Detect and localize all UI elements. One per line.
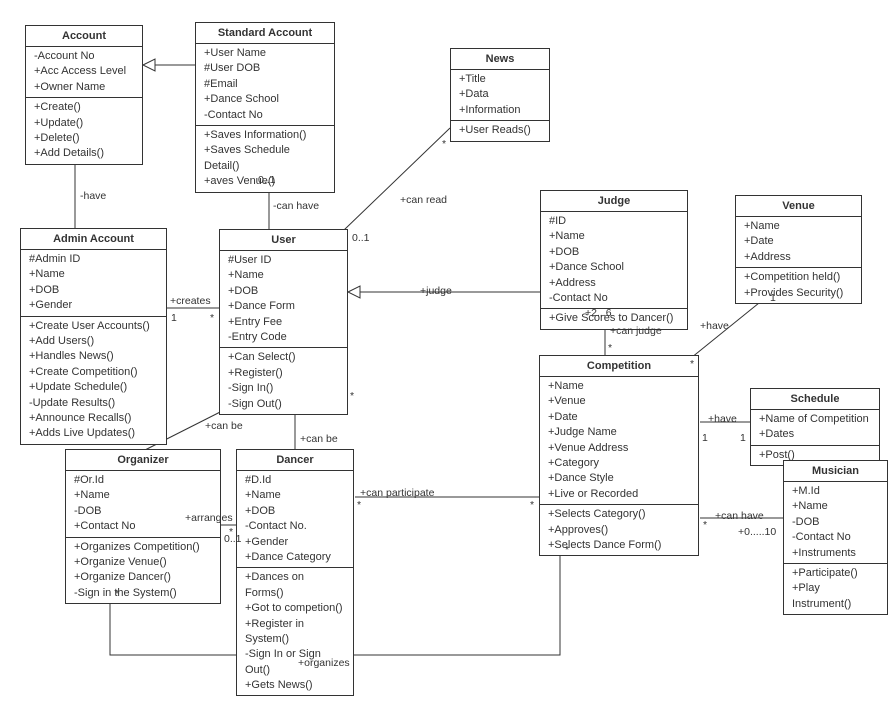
class-standard-account-header: Standard Account — [196, 23, 334, 44]
class-venue-attrs: +Name +Date +Address — [736, 217, 861, 268]
class-schedule-header: Schedule — [751, 389, 879, 410]
class-musician-attrs: +M.Id +Name -DOB -Contact No +Instrument… — [784, 482, 887, 564]
mult-star-org: * — [115, 588, 119, 600]
class-judge-attrs: #ID +Name +DOB +Dance School +Address -C… — [541, 212, 687, 309]
class-musician: Musician +M.Id +Name -DOB -Contact No +I… — [783, 460, 888, 615]
class-competition-attrs: +Name +Venue +Date +Judge Name +Venue Ad… — [540, 377, 698, 505]
mult-sched-1: 1 — [740, 432, 746, 444]
label-have: -have — [80, 190, 106, 202]
class-admin-account-header: Admin Account — [21, 229, 166, 250]
label-can-read: +can read — [400, 194, 447, 206]
mult-venue-1: 1 — [770, 292, 776, 304]
mult-010: +0.....10 — [738, 526, 776, 538]
mult-star-org-comp: * — [565, 544, 569, 556]
class-user-ops: +Can Select() +Register() -Sign In() -Si… — [220, 348, 347, 414]
mult-star-dancer: * — [357, 499, 361, 511]
class-musician-header: Musician — [784, 461, 887, 482]
class-admin-account-ops: +Create User Accounts() +Add Users() +Ha… — [21, 317, 166, 444]
label-can-judge: +can judge — [610, 325, 662, 337]
label-creates: +creates — [170, 295, 211, 307]
class-dancer-ops: +Dances on Forms() +Got to competion() +… — [237, 568, 353, 695]
mult-01c: 0..1 — [224, 533, 242, 545]
class-schedule: Schedule +Name of Competition +Dates +Po… — [750, 388, 880, 466]
class-venue: Venue +Name +Date +Address +Competition … — [735, 195, 862, 304]
class-account-ops: +Create() +Update() +Delete() +Add Detai… — [26, 98, 142, 164]
class-user-header: User — [220, 230, 347, 251]
class-venue-ops: +Competition held() +Provides Security() — [736, 268, 861, 303]
label-can-have-2: +can have — [715, 510, 764, 522]
class-judge: Judge #ID +Name +DOB +Dance School +Addr… — [540, 190, 688, 330]
class-account-attrs: -Account No +Acc Access Level +Owner Nam… — [26, 47, 142, 98]
label-can-have: -can have — [273, 200, 319, 212]
mult-star-user: * — [350, 390, 354, 402]
mult-comp-star: * — [608, 342, 612, 354]
class-competition-ops: +Selects Category() +Approves() +Selects… — [540, 505, 698, 555]
class-standard-account: Standard Account +User Name #User DOB #E… — [195, 22, 335, 193]
class-news-ops: +User Reads() — [451, 121, 549, 140]
class-organizer: Organizer #Or.Id +Name -DOB +Contact No … — [65, 449, 221, 604]
mult-sched-comp-1: 1 — [702, 432, 708, 444]
mult-star-comp-mus: * — [703, 519, 707, 531]
class-user-attrs: #User ID +Name +DOB +Dance Form +Entry F… — [220, 251, 347, 348]
class-venue-header: Venue — [736, 196, 861, 217]
label-organizes: +organizes — [298, 657, 350, 669]
class-news-attrs: +Title +Data +Information — [451, 70, 549, 121]
class-admin-account-attrs: #Admin ID +Name +DOB +Gender — [21, 250, 166, 317]
class-standard-account-attrs: +User Name #User DOB #Email +Dance Schoo… — [196, 44, 334, 126]
class-organizer-header: Organizer — [66, 450, 220, 471]
mult-01a: 0..1 — [258, 174, 276, 186]
class-user: User #User ID +Name +DOB +Dance Form +En… — [219, 229, 348, 415]
mult-26: +2...6 — [585, 307, 612, 319]
label-can-be-1: +can be — [205, 420, 243, 432]
class-dancer-header: Dancer — [237, 450, 353, 471]
class-organizer-attrs: #Or.Id +Name -DOB +Contact No — [66, 471, 220, 538]
class-schedule-attrs: +Name of Competition +Dates — [751, 410, 879, 446]
label-judge: +judge — [420, 285, 452, 297]
class-dancer-attrs: #D.Id +Name +DOB -Contact No. +Gender +D… — [237, 471, 353, 568]
mult-creates-star: * — [210, 312, 214, 324]
mult-star-news: * — [442, 138, 446, 150]
label-can-participate: +can participate — [360, 487, 434, 499]
class-account: Account -Account No +Acc Access Level +O… — [25, 25, 143, 165]
class-competition: Competition +Name +Venue +Date +Judge Na… — [539, 355, 699, 556]
class-organizer-ops: +Organizes Competition() +Organize Venue… — [66, 538, 220, 604]
class-musician-ops: +Participate() +Play Instrument() — [784, 564, 887, 614]
class-news-header: News — [451, 49, 549, 70]
label-can-be-2: +can be — [300, 433, 338, 445]
mult-01b: 0..1 — [352, 232, 370, 244]
label-arranges: +arranges — [185, 512, 233, 524]
class-judge-header: Judge — [541, 191, 687, 212]
class-admin-account: Admin Account #Admin ID +Name +DOB +Gend… — [20, 228, 167, 445]
class-competition-header: Competition — [540, 356, 698, 377]
label-have-venue: +have — [700, 320, 729, 332]
label-have-sched: +have — [708, 413, 737, 425]
mult-star-comp-part: * — [530, 499, 534, 511]
class-account-header: Account — [26, 26, 142, 47]
mult-creates-1: 1 — [171, 312, 177, 324]
mult-comp-venue-star: * — [690, 358, 694, 370]
class-news: News +Title +Data +Information +User Rea… — [450, 48, 550, 142]
